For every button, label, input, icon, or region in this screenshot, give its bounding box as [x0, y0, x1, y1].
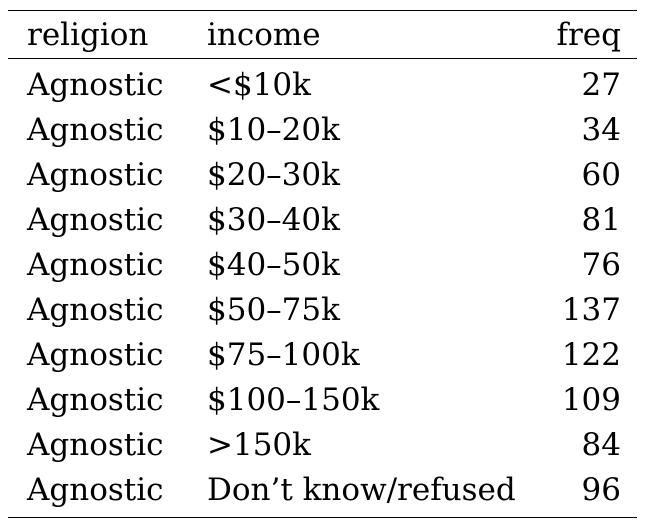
header-income: income	[207, 17, 321, 53]
cell-income: Don’t know/refused	[207, 472, 516, 508]
data-table: religion income freq Agnostic <$10k 27 A…	[8, 10, 637, 518]
cell-income: $100–150k	[207, 382, 380, 418]
cell-religion: Agnostic	[27, 202, 164, 238]
cell-freq: 34	[581, 112, 621, 148]
cell-freq: 81	[581, 202, 621, 238]
table-row: Agnostic $75–100k 122	[8, 333, 637, 378]
table-row: Agnostic >150k 84	[8, 423, 637, 468]
cell-religion: Agnostic	[27, 292, 164, 328]
cell-religion: Agnostic	[27, 67, 164, 103]
cell-freq: 60	[581, 157, 621, 193]
cell-religion: Agnostic	[27, 427, 164, 463]
cell-income: $40–50k	[207, 247, 340, 283]
header-freq: freq	[556, 17, 621, 53]
cell-freq: 122	[561, 337, 621, 373]
table-row: Agnostic $10–20k 34	[8, 108, 637, 153]
cell-income: $75–100k	[207, 337, 360, 373]
table-row: Agnostic $40–50k 76	[8, 243, 637, 288]
cell-income: >150k	[207, 427, 311, 463]
cell-freq: 137	[561, 292, 621, 328]
cell-religion: Agnostic	[27, 382, 164, 418]
table-row: Agnostic $30–40k 81	[8, 198, 637, 243]
table-row: Agnostic $100–150k 109	[8, 378, 637, 423]
cell-income: $50–75k	[207, 292, 340, 328]
cell-freq: 109	[561, 382, 621, 418]
cell-religion: Agnostic	[27, 337, 164, 373]
data-table-container: religion income freq Agnostic <$10k 27 A…	[8, 10, 637, 518]
cell-freq: 84	[581, 427, 621, 463]
cell-freq: 96	[581, 472, 621, 508]
header-row: religion income freq	[8, 10, 637, 59]
table-body: Agnostic <$10k 27 Agnostic $10–20k 34 Ag…	[8, 59, 637, 518]
table-row: Agnostic $50–75k 137	[8, 288, 637, 333]
cell-income: $20–30k	[207, 157, 340, 193]
cell-income: $10–20k	[207, 112, 340, 148]
table-row: Agnostic Don’t know/refused 96	[8, 468, 637, 518]
cell-income: <$10k	[207, 67, 311, 103]
cell-freq: 76	[581, 247, 621, 283]
cell-religion: Agnostic	[27, 157, 164, 193]
table-row: Agnostic <$10k 27	[8, 59, 637, 109]
cell-religion: Agnostic	[27, 112, 164, 148]
table-header: religion income freq	[8, 10, 637, 59]
cell-religion: Agnostic	[27, 247, 164, 283]
header-religion: religion	[27, 17, 149, 53]
cell-income: $30–40k	[207, 202, 340, 238]
cell-religion: Agnostic	[27, 472, 164, 508]
cell-freq: 27	[581, 67, 621, 103]
table-row: Agnostic $20–30k 60	[8, 153, 637, 198]
